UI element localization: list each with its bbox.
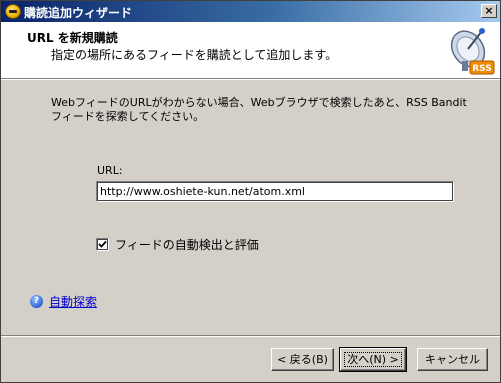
rss-bandit-app-icon bbox=[5, 4, 21, 19]
help-icon: ? bbox=[30, 295, 43, 308]
wizard-header: URL を新規購読 指定の場所にあるフィードを購読として追加します。 RSS bbox=[1, 22, 500, 79]
footer-divider-highlight bbox=[1, 336, 500, 337]
rss-satellite-icon: RSS bbox=[450, 28, 495, 75]
help-row: ? 自動探索 bbox=[30, 293, 97, 310]
close-button[interactable]: × bbox=[481, 4, 497, 18]
next-button[interactable]: 次へ(N) > bbox=[339, 347, 407, 372]
page-title: URL を新規購読 bbox=[27, 31, 118, 45]
cancel-button[interactable]: キャンセル bbox=[417, 348, 488, 371]
url-label: URL: bbox=[97, 164, 123, 177]
title-bar[interactable]: 購読追加ウィザード × bbox=[1, 1, 500, 22]
checkmark-icon bbox=[98, 240, 107, 248]
autodetect-checkbox[interactable] bbox=[96, 237, 109, 251]
wizard-window: 購読追加ウィザード × URL を新規購読 指定の場所にあるフィードを購読として… bbox=[0, 0, 501, 383]
autodetect-checkbox-row[interactable]: フィードの自動検出と評価 bbox=[96, 237, 259, 252]
instructions-text: WebフィードのURLがわからない場合、Webブラウザで検索したあと、RSS B… bbox=[51, 96, 467, 123]
header-divider bbox=[1, 79, 500, 80]
url-input[interactable] bbox=[96, 181, 454, 202]
back-button[interactable]: < 戻る(B) bbox=[271, 348, 334, 371]
page-subtitle: 指定の場所にあるフィードを購読として追加します。 bbox=[51, 48, 338, 62]
next-button-label: 次へ(N) > bbox=[344, 352, 402, 367]
autodetect-label: フィードの自動検出と評価 bbox=[115, 237, 259, 252]
auto-discovery-link[interactable]: 自動探索 bbox=[49, 293, 97, 310]
window-title: 購読追加ウィザード bbox=[24, 6, 133, 20]
rss-badge-text: RSS bbox=[472, 64, 492, 74]
